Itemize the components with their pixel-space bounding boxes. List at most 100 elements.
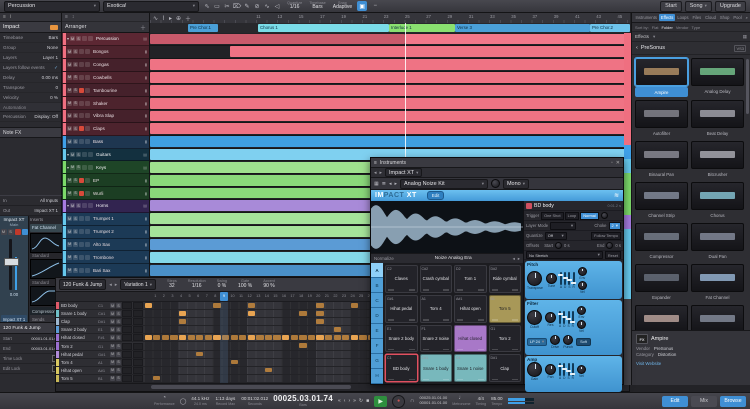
- pattern-param-swing[interactable]: Swing 0 %: [217, 279, 227, 289]
- pattern-step-cell[interactable]: [204, 335, 213, 340]
- drum-pad[interactable]: E1 Snare 2 body: [385, 324, 418, 353]
- track-monitor-button[interactable]: [85, 254, 90, 260]
- slider-R[interactable]: R: [571, 272, 577, 289]
- pattern-step-cell[interactable]: [333, 327, 341, 332]
- track-mute-button[interactable]: M: [67, 126, 72, 132]
- io-row[interactable]: In All Inputs: [0, 196, 61, 206]
- pattern-mute-button[interactable]: M: [110, 359, 115, 365]
- pattern-step-cell[interactable]: [316, 303, 324, 308]
- record-button[interactable]: ●: [392, 394, 406, 408]
- edit-mapping-button[interactable]: Edit: [426, 191, 445, 200]
- panel-menu-icon[interactable]: ≡: [374, 160, 377, 166]
- pattern-step-cell[interactable]: [264, 367, 273, 373]
- pattern-step-cell[interactable]: [196, 335, 204, 340]
- track-solo-button[interactable]: S: [73, 100, 78, 106]
- track-lane[interactable]: [150, 123, 630, 136]
- track-solo-button[interactable]: S: [73, 216, 78, 222]
- event-info-row[interactable]: Start 00001.01.01.00: [0, 334, 62, 344]
- track-row[interactable]: M S Wurli ▮: [62, 187, 149, 200]
- track-solo-button[interactable]: S: [73, 229, 78, 235]
- pin-icon[interactable]: ▫: [611, 160, 613, 166]
- pattern-offset-box[interactable]: [122, 310, 132, 318]
- snap-setting[interactable]: Snap Adaptive: [333, 1, 352, 11]
- folder-caret-icon[interactable]: ▾: [67, 152, 69, 157]
- time-signature[interactable]: 4/4 Timing: [475, 396, 486, 406]
- metronome-control[interactable]: ♩ Metronome: [452, 395, 470, 407]
- track-solo-button[interactable]: S: [76, 164, 82, 170]
- slider-D[interactable]: D: [562, 272, 568, 289]
- track-record-button[interactable]: [82, 36, 88, 42]
- back-icon[interactable]: ‹: [636, 45, 638, 51]
- pattern-step-cell[interactable]: [290, 335, 298, 340]
- drum-pad[interactable]: C1 BD body: [385, 354, 418, 382]
- pattern-solo-button[interactable]: S: [116, 303, 121, 309]
- pattern-step-cell[interactable]: [307, 335, 316, 340]
- arranger-section[interactable]: Verse 3: [455, 24, 590, 32]
- snap-toggle-icon[interactable]: ▣: [357, 1, 368, 11]
- track-mute-button[interactable]: M: [67, 241, 72, 247]
- track-monitor-button[interactable]: [85, 87, 90, 93]
- track-row[interactable]: M S Alto Sax ▮: [62, 238, 149, 252]
- trigger-option-normal[interactable]: Normal: [580, 211, 599, 220]
- track-record-button[interactable]: [79, 100, 84, 106]
- track-lane[interactable]: [150, 97, 630, 111]
- pattern-offset-box[interactable]: [122, 326, 132, 334]
- browser-card[interactable]: Autofilter: [635, 100, 688, 138]
- browser-card[interactable]: Fat Channel: [691, 264, 744, 302]
- pattern-step-cell[interactable]: [170, 335, 178, 340]
- grid-view-icon[interactable]: ▦: [374, 181, 379, 187]
- pad-bank-H[interactable]: H: [371, 368, 383, 384]
- volume-fader[interactable]: [1, 237, 27, 292]
- pattern-solo-button[interactable]: S: [116, 351, 121, 357]
- track-overview-strip[interactable]: [624, 33, 631, 385]
- pattern-param-gate[interactable]: Gate 100 %: [238, 279, 252, 289]
- pattern-offset-box[interactable]: [122, 366, 132, 374]
- track-row[interactable]: ▾ M S Guitars ▤: [62, 148, 149, 162]
- pattern-step-cell[interactable]: [256, 335, 264, 340]
- pattern-solo-button[interactable]: S: [116, 375, 121, 381]
- inspector-info-icon[interactable]: i: [10, 14, 11, 20]
- draw-icon[interactable]: ∿: [153, 15, 158, 22]
- tab-cloud[interactable]: Cloud: [704, 14, 718, 21]
- eq-curve-display[interactable]: [30, 232, 67, 253]
- drum-pad[interactable]: F#1 Hihat closed: [454, 324, 487, 353]
- browser-scrollbar[interactable]: [746, 59, 749, 114]
- slider-D[interactable]: D: [561, 311, 567, 328]
- close-icon[interactable]: ✕: [616, 160, 620, 166]
- preset-dropdown[interactable]: Analog Noize Kit: [404, 181, 445, 187]
- knob-env[interactable]: Env: [577, 267, 587, 280]
- pattern-step-cell[interactable]: [282, 335, 290, 340]
- track-record-button[interactable]: [82, 152, 88, 158]
- track-record-button[interactable]: [79, 139, 84, 145]
- audio-clip[interactable]: [150, 97, 630, 109]
- pattern-velocity-box[interactable]: [133, 310, 143, 318]
- inspector-row[interactable]: Layers follow events ✓: [0, 63, 61, 73]
- drum-pad[interactable]: D2 Tom 1: [454, 265, 487, 293]
- track-solo-button[interactable]: S: [73, 49, 78, 55]
- pattern-step-cell[interactable]: [187, 335, 195, 340]
- pattern-step-cell[interactable]: [247, 311, 255, 316]
- pad-bank-F[interactable]: F: [371, 338, 383, 354]
- pattern-step-cell[interactable]: [161, 335, 170, 340]
- arranger-section[interactable]: Interlude 1: [389, 24, 455, 32]
- mix-page-button[interactable]: Mix: [691, 395, 717, 407]
- browser-card[interactable]: Expander: [635, 264, 688, 302]
- quantize-setting[interactable]: Quantize 1/16: [287, 1, 302, 11]
- tab-effects[interactable]: Effects: [659, 14, 675, 21]
- pattern-solo-button[interactable]: S: [116, 359, 121, 365]
- track-monitor-button[interactable]: [88, 152, 94, 158]
- list-view-icon[interactable]: ≣: [382, 181, 386, 187]
- knob-transpose[interactable]: Transpose: [527, 271, 543, 290]
- pattern-step-cell[interactable]: [239, 335, 247, 340]
- filter-mode-dropdown[interactable]: LP 24 ▾: [527, 338, 548, 347]
- add-track-icon[interactable]: ＋: [140, 23, 146, 32]
- browser-card[interactable]: Binaural Pan: [635, 141, 688, 179]
- inspector-row[interactable]: Timebase Bars: [0, 33, 61, 43]
- pattern-offset-box[interactable]: [122, 350, 132, 358]
- track-list-menu-icon[interactable]: ≡: [65, 14, 68, 20]
- inspector-row[interactable]: Group None: [0, 43, 61, 53]
- slider-A[interactable]: A: [557, 311, 563, 328]
- track-record-button[interactable]: [79, 190, 84, 196]
- pattern-velocity-box[interactable]: [133, 358, 143, 366]
- pattern-velocity-box[interactable]: [133, 326, 143, 334]
